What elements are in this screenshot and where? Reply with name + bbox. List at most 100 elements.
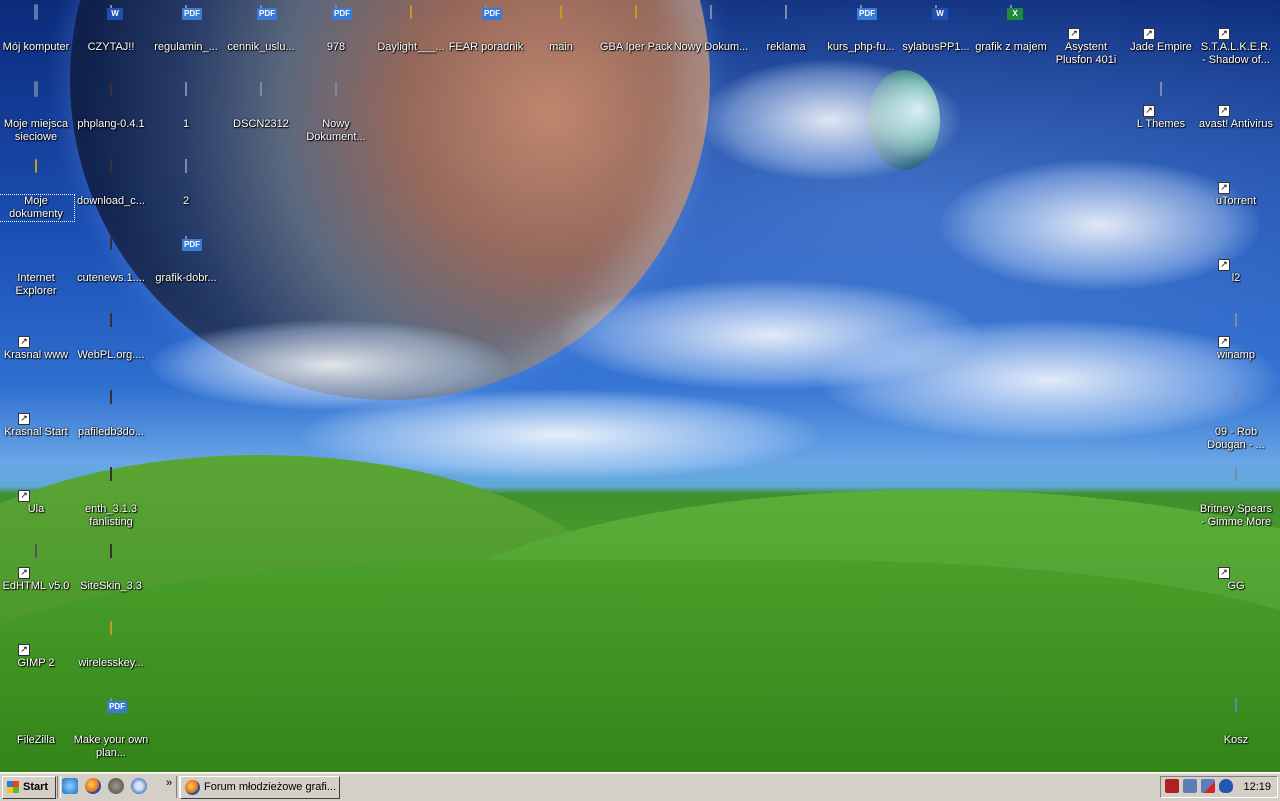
desktop-icon-ula[interactable]: ↗ Ula bbox=[0, 464, 74, 516]
rar-icon bbox=[95, 467, 127, 500]
desktop-icon-nowy-dokum[interactable]: Nowy Dokum... bbox=[673, 2, 749, 54]
windows-logo-icon bbox=[7, 781, 19, 793]
desktop-icon-siteskin-3-3[interactable]: SiteSkin_3.3 bbox=[73, 541, 149, 593]
desktop-icon-krasnal-start[interactable]: ↗ Krasnal Start bbox=[0, 387, 74, 439]
shortcut-arrow-icon: ↗ bbox=[18, 336, 30, 348]
firefox-icon[interactable] bbox=[85, 778, 101, 794]
antivirus-shield-icon[interactable] bbox=[1219, 779, 1233, 793]
desktop-icon-asystent-plusfon-401i[interactable]: ↗ Asystent Plusfon 401i bbox=[1048, 2, 1124, 67]
desktop-icon-wirelesskey[interactable]: wirelesskey... bbox=[73, 618, 149, 670]
dog-icon: ↗ bbox=[18, 391, 52, 425]
desktop-icon-cennik-uslu[interactable]: PDF cennik_uslu... bbox=[223, 2, 299, 54]
media-icon: ↗ bbox=[1143, 82, 1177, 117]
desktop-icon-regulamin[interactable]: PDF regulamin_... bbox=[148, 2, 224, 54]
pdf-icon: PDF bbox=[320, 5, 352, 38]
desktop-icon-enth-3-1-3-fanlisting[interactable]: enth_3.1.3 fanlisting bbox=[73, 464, 149, 529]
desktop-icon-phplang-0-4-1[interactable]: phplang-0.4.1 bbox=[73, 79, 149, 131]
excel-icon: X bbox=[995, 5, 1027, 38]
start-label: Start bbox=[23, 781, 49, 793]
rar-icon bbox=[95, 390, 127, 423]
desktop-icon-jade-empire[interactable]: ↗ Jade Empire bbox=[1123, 2, 1199, 54]
quick-launch-more-chevron[interactable]: » bbox=[166, 777, 172, 789]
desktop-icon-label: Nowy Dokument... bbox=[306, 118, 366, 143]
desktop-icon-kosz[interactable]: Kosz bbox=[1198, 695, 1274, 747]
desktop[interactable]: Mój komputer W CZYTAJ!! PDF regulamin_... PDF… bbox=[0, 0, 1280, 772]
desktop-icon-utorrent[interactable]: ↗ uTorrent bbox=[1198, 156, 1274, 208]
desktop-icon-reklama[interactable]: reklama bbox=[748, 2, 824, 54]
desktop-icon-avast-antivirus[interactable]: ↗ avast! Antivirus bbox=[1198, 79, 1274, 131]
desktop-icon-kurs-php-fu[interactable]: PDF kurs_php-fu... bbox=[823, 2, 899, 54]
desktop-icon-label: pafiledb3do... bbox=[77, 426, 145, 438]
desktop-icon-download-c[interactable]: download_c... bbox=[73, 156, 149, 208]
clock[interactable]: 12:19 bbox=[1243, 777, 1271, 797]
desktop-icon-l2[interactable]: ↗ l2 bbox=[1198, 233, 1274, 285]
desktop-icon-czytaj[interactable]: W CZYTAJ!! bbox=[73, 2, 149, 54]
network-icon bbox=[20, 81, 52, 115]
desktop-icon-make-your-own-plan[interactable]: PDF Make your own plan... bbox=[73, 695, 149, 760]
word-icon: W bbox=[95, 5, 127, 38]
desktop-icon-gba-iper-pack[interactable]: GBA Iper Pack bbox=[598, 2, 674, 54]
desktop-icon-09-rob-dougan[interactable]: 09 - Rob Dougan - ... bbox=[1198, 387, 1274, 452]
desktop-icon-webpl-org[interactable]: WebPL.org.... bbox=[73, 310, 149, 362]
desktop-icon-fear-poradnik[interactable]: PDF FEAR poradnik bbox=[448, 2, 524, 54]
desktop-icon-sylabuspp1[interactable]: WsylabusPP1... bbox=[898, 2, 974, 54]
desktop-icon-grafik-dobr[interactable]: PDF grafik-dobr... bbox=[148, 233, 224, 285]
desktop-icon-gg[interactable]: ↗ GG bbox=[1198, 541, 1274, 593]
desktop-icon-filezilla[interactable]: FileZilla bbox=[0, 695, 74, 747]
recycle-icon bbox=[1220, 698, 1252, 731]
gimp-icon: ↗ bbox=[18, 622, 52, 656]
desktop-icon-1[interactable]: 1 bbox=[148, 79, 224, 131]
folder-icon bbox=[395, 5, 427, 38]
desktop-icon-internet-explorer[interactable]: Internet Explorer bbox=[0, 233, 74, 298]
desktop-icon-2[interactable]: 2 bbox=[148, 156, 224, 208]
desktop-icon-label: download_c... bbox=[77, 195, 145, 207]
radiation-icon: ↗ bbox=[1218, 6, 1252, 40]
desktop-icon-main[interactable]: main bbox=[523, 2, 599, 54]
mydocs-icon bbox=[20, 159, 52, 192]
desktop-icon-edhtml-v5-0[interactable]: ↗ EdHTML v5.0 bbox=[0, 541, 74, 593]
image-icon bbox=[170, 159, 202, 192]
desktop-icon-label: winamp bbox=[1217, 349, 1255, 361]
desktop-icon-label: Nowy Dokum... bbox=[673, 41, 749, 53]
desktop-icon-britney-spears-gimme-more[interactable]: Britney Spears - Gimme More bbox=[1198, 464, 1274, 529]
text-icon bbox=[320, 82, 352, 115]
shortcut-arrow-icon: ↗ bbox=[1218, 567, 1230, 579]
desktop-icon-label: FEAR poradnik bbox=[448, 41, 524, 53]
media-icon: ↗ bbox=[1218, 313, 1252, 348]
taskbar-window-button[interactable]: Forum młodzieżowe grafi... bbox=[180, 776, 340, 799]
desktop-icon-grafik-z-majem[interactable]: Xgrafik z majem bbox=[973, 2, 1049, 54]
desktop-icon-mój-komputer[interactable]: Mój komputer bbox=[0, 2, 74, 54]
ie-icon[interactable] bbox=[62, 778, 78, 794]
desktop-icon-moje-miejsca-sieciowe[interactable]: Moje miejsca sieciowe bbox=[0, 79, 74, 144]
desktop-icon-dscn2312[interactable]: DSCN2312 bbox=[223, 79, 299, 131]
desktop-icon-cutenews-1[interactable]: cutenews.1.... bbox=[73, 233, 149, 285]
network-icon[interactable] bbox=[1183, 779, 1197, 793]
settings-icon[interactable] bbox=[1165, 779, 1179, 793]
pdf-icon: PDF bbox=[170, 236, 202, 269]
system-tray: 12:19 bbox=[1160, 776, 1278, 798]
desktop-icon-label: uTorrent bbox=[1215, 195, 1257, 207]
desktop-icon-s-t-a-l-k-e-r-shadow-of[interactable]: ↗ S.T.A.L.K.E.R. - Shadow of... bbox=[1198, 2, 1274, 67]
gimp-icon[interactable] bbox=[108, 778, 124, 794]
start-button[interactable]: Start bbox=[2, 776, 56, 799]
desktop-icon-label: Kosz bbox=[1223, 734, 1249, 746]
folder-icon bbox=[95, 621, 127, 654]
media-icon bbox=[1220, 390, 1252, 423]
desktop-icon-krasnal-www[interactable]: ↗ Krasnal www bbox=[0, 310, 74, 362]
desktop-icon-label: EdHTML v5.0 bbox=[2, 580, 70, 592]
desktop-icon-label: SiteSkin_3.3 bbox=[80, 580, 142, 592]
desktop-icon-pafiledb3do[interactable]: pafiledb3do... bbox=[73, 387, 149, 439]
gear-icon[interactable] bbox=[131, 778, 147, 794]
desktop-icon-nowy-dokument[interactable]: Nowy Dokument... bbox=[298, 79, 374, 144]
desktop-icon-label: GG bbox=[1227, 580, 1245, 592]
desktop-icon-label: 2 bbox=[182, 195, 190, 207]
desktop-icon-winamp[interactable]: ↗ winamp bbox=[1198, 310, 1274, 362]
desktop-icon-label: reklama bbox=[766, 41, 806, 53]
desktop-icon-gimp-2[interactable]: ↗ GIMP 2 bbox=[0, 618, 74, 670]
desktop-icon-l-themes[interactable]: ↗ L Themes bbox=[1123, 79, 1199, 131]
shortcut-arrow-icon: ↗ bbox=[1143, 105, 1155, 117]
network-disconnected-icon[interactable] bbox=[1201, 779, 1215, 793]
desktop-icon-moje-dokumenty[interactable]: Moje dokumenty bbox=[0, 156, 75, 222]
desktop-icon-daylight[interactable]: Daylight___... bbox=[373, 2, 449, 54]
desktop-icon-978[interactable]: PDF 978 bbox=[298, 2, 374, 54]
